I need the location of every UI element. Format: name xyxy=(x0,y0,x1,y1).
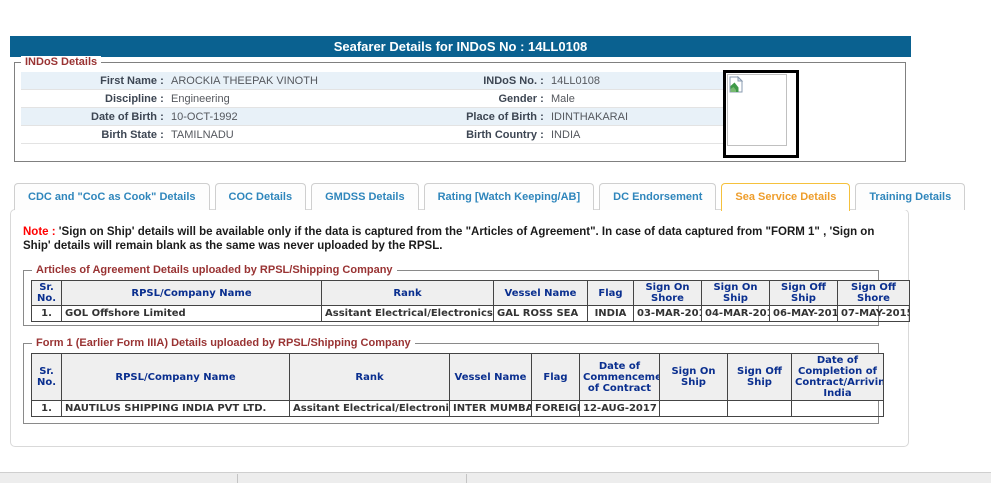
articles-legend: Articles of Agreement Details uploaded b… xyxy=(32,264,397,276)
colon-separator xyxy=(157,72,167,90)
colon-separator xyxy=(157,126,167,144)
table-cell: 1. xyxy=(32,401,62,417)
column-header: Sign Off Shore xyxy=(838,281,910,306)
page-title: Seafarer Details for INDoS No : 14LL0108 xyxy=(10,36,911,57)
indos-info-row: Discipline EngineeringGender Male xyxy=(21,90,723,108)
field-label: Discipline xyxy=(21,90,157,108)
column-header: Sr. No. xyxy=(32,281,62,306)
tab-training-details[interactable]: Training Details xyxy=(855,183,965,210)
column-header: Vessel Name xyxy=(450,354,532,401)
column-header: Rank xyxy=(322,281,494,306)
column-header: Sign On Shore xyxy=(634,281,702,306)
column-header: Sr. No. xyxy=(32,354,62,401)
field-value: Male xyxy=(547,90,723,108)
tab-cdc-and-coc-as-cook-details[interactable]: CDC and "CoC as Cook" Details xyxy=(14,183,210,210)
column-header: RPSL/Company Name xyxy=(62,281,322,306)
table-cell xyxy=(728,401,792,417)
column-header: Vessel Name xyxy=(494,281,588,306)
table-cell: NAUTILUS SHIPPING INDIA PVT LTD. xyxy=(62,401,290,417)
tab-sea-service-details[interactable]: Sea Service Details xyxy=(721,183,850,211)
colon-separator xyxy=(537,108,547,126)
note-body: 'Sign on Ship' details will be available… xyxy=(23,226,874,252)
table-cell: 07-MAY-2015 xyxy=(838,306,910,322)
tab-coc-details[interactable]: COC Details xyxy=(215,183,307,210)
field-label: First Name xyxy=(21,72,157,90)
table-cell xyxy=(660,401,728,417)
field-label: Place of Birth xyxy=(379,108,537,126)
note-text: Note : 'Sign on Ship' details will be av… xyxy=(23,225,885,253)
column-header: RPSL/Company Name xyxy=(62,354,290,401)
sea-service-panel: Note : 'Sign on Ship' details will be av… xyxy=(10,209,909,447)
table-cell: FOREIGN xyxy=(532,401,580,417)
page: Seafarer Details for INDoS No : 14LL0108… xyxy=(0,0,991,483)
column-header: Date of Commencement of Contract xyxy=(580,354,660,401)
tab-dc-endorsement[interactable]: DC Endorsement xyxy=(599,183,716,210)
table-header-row: Sr. No.RPSL/Company NameRankVessel NameF… xyxy=(32,281,910,306)
column-header: Sign Off Ship xyxy=(770,281,838,306)
column-header: Date of Completion of Contract/Arriving … xyxy=(792,354,884,401)
form1-legend: Form 1 (Earlier Form IIIA) Details uploa… xyxy=(32,337,415,349)
field-label: Date of Birth xyxy=(21,108,157,126)
field-value: Engineering xyxy=(167,90,379,108)
strip-divider xyxy=(466,474,467,483)
table-cell: INDIA xyxy=(588,306,634,322)
column-header: Sign On Ship xyxy=(660,354,728,401)
form1-fieldset: Form 1 (Earlier Form IIIA) Details uploa… xyxy=(23,343,879,424)
colon-separator xyxy=(537,72,547,90)
note-prefix: Note : xyxy=(23,226,56,238)
colon-separator xyxy=(157,90,167,108)
articles-of-agreement-fieldset: Articles of Agreement Details uploaded b… xyxy=(23,270,879,326)
bottom-scroll-strip[interactable] xyxy=(0,472,991,483)
table-cell xyxy=(792,401,884,417)
table-row: 1.NAUTILUS SHIPPING INDIA PVT LTD.Assita… xyxy=(32,401,884,417)
colon-separator xyxy=(157,108,167,126)
form1-table: Sr. No.RPSL/Company NameRankVessel NameF… xyxy=(31,353,884,417)
seafarer-photo xyxy=(723,70,799,158)
table-row: 1.GOL Offshore LimitedAssitant Electrica… xyxy=(32,306,910,322)
indos-info-row: Date of Birth 10-OCT-1992Place of Birth ID… xyxy=(21,108,723,126)
table-cell: GOL Offshore Limited xyxy=(62,306,322,322)
articles-table: Sr. No.RPSL/Company NameRankVessel NameF… xyxy=(31,280,910,322)
table-cell: GAL ROSS SEA xyxy=(494,306,588,322)
column-header: Sign Off Ship xyxy=(728,354,792,401)
field-value: IDINTHAKARAI xyxy=(547,108,723,126)
indos-info-row: First Name AROCKIA THEEPAK VINOTHINDoS No… xyxy=(21,72,723,90)
broken-image-icon xyxy=(729,76,744,93)
column-header: Sign On Ship xyxy=(702,281,770,306)
column-header: Flag xyxy=(532,354,580,401)
table-cell: 04-MAR-2015 xyxy=(702,306,770,322)
table-cell: 1. xyxy=(32,306,62,322)
field-value: TAMILNADU xyxy=(167,126,379,144)
table-cell: Assitant Electrical/Electronics Officer xyxy=(322,306,494,322)
table-cell: INTER MUMBAI xyxy=(450,401,532,417)
field-label: INDoS No. xyxy=(379,72,537,90)
field-label: Birth State xyxy=(21,126,157,144)
field-label: Gender xyxy=(379,90,537,108)
table-cell: 12-AUG-2017 xyxy=(580,401,660,417)
tab-gmdss-details[interactable]: GMDSS Details xyxy=(311,183,418,210)
table-cell: 06-MAY-2015 xyxy=(770,306,838,322)
tab-rating-watch-keeping-ab[interactable]: Rating [Watch Keeping/AB] xyxy=(424,183,595,210)
column-header: Rank xyxy=(290,354,450,401)
indos-info-rows: First Name AROCKIA THEEPAK VINOTHINDoS No… xyxy=(21,72,723,144)
indos-details-legend: INDoS Details xyxy=(21,56,101,68)
indos-details-fieldset: INDoS Details First NameAROCKIA THEEPAK … xyxy=(14,62,906,162)
colon-separator xyxy=(537,126,547,144)
table-cell: Assitant Electrical/Electronics Officer xyxy=(290,401,450,417)
tab-bar: CDC and "CoC as Cook" DetailsCOC Details… xyxy=(14,183,965,211)
strip-divider xyxy=(237,474,238,483)
field-value: INDIA xyxy=(547,126,723,144)
field-value: 14LL0108 xyxy=(547,72,723,90)
colon-separator xyxy=(537,90,547,108)
photo-placeholder xyxy=(727,74,787,146)
field-label: Birth Country xyxy=(379,126,537,144)
table-header-row: Sr. No.RPSL/Company NameRankVessel NameF… xyxy=(32,354,884,401)
column-header: Flag xyxy=(588,281,634,306)
table-cell: 03-MAR-2015 xyxy=(634,306,702,322)
indos-info-row: Birth State TAMILNADUBirth Country INDIA xyxy=(21,126,723,144)
field-value: AROCKIA THEEPAK VINOTH xyxy=(167,72,379,90)
field-value: 10-OCT-1992 xyxy=(167,108,379,126)
